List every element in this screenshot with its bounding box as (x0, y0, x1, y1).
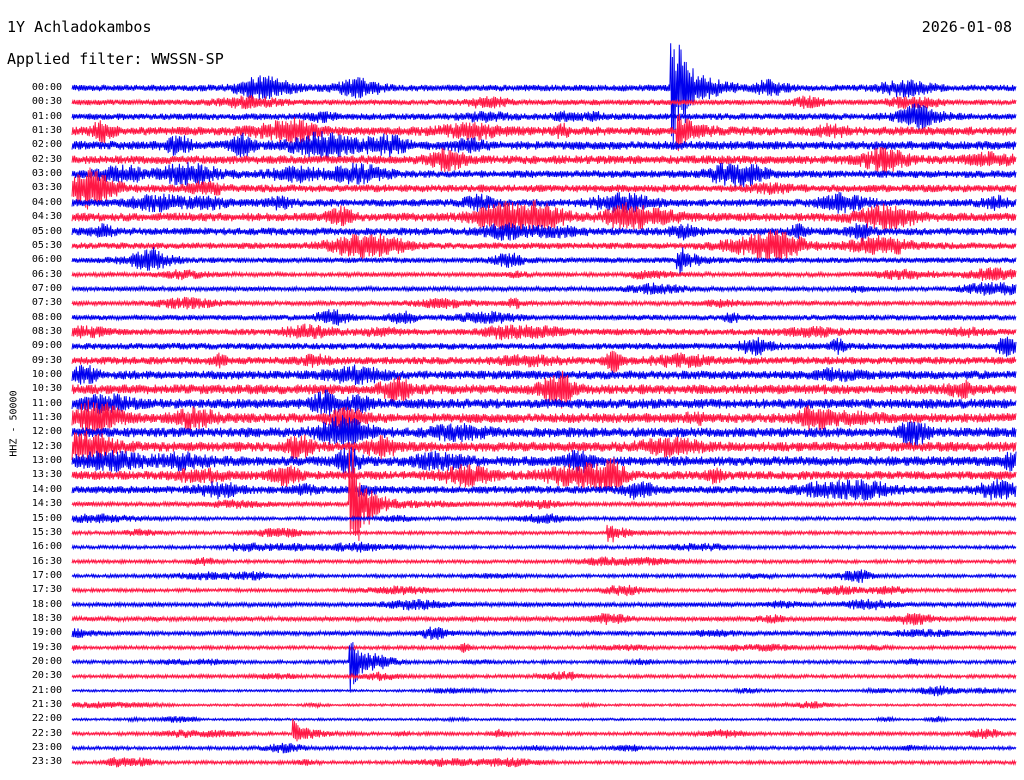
time-tick-label: 18:00 (31, 598, 62, 610)
trace-line (71, 569, 1017, 583)
time-tick-label: 02:00 (31, 139, 62, 151)
time-tick-label: 20:30 (31, 670, 62, 682)
time-tick-label: 06:30 (31, 268, 62, 280)
time-tick-label: 09:30 (31, 354, 62, 366)
trace-line (71, 598, 1017, 611)
trace-line (71, 670, 1017, 682)
trace-line (71, 584, 1017, 597)
trace-line (71, 95, 1017, 110)
trace-line (71, 541, 1017, 553)
time-tick-label: 18:30 (31, 612, 62, 624)
time-tick-label: 00:00 (31, 82, 62, 93)
time-tick-label: 13:00 (31, 455, 62, 467)
trace-line (71, 685, 1017, 697)
time-tick-label: 03:30 (31, 182, 62, 194)
time-tick-label: 15:30 (31, 526, 62, 538)
time-tick-label: 15:00 (31, 512, 62, 524)
time-tick-label: 07:00 (31, 282, 62, 294)
trace-line (71, 626, 1017, 640)
time-tick-label: 00:30 (31, 96, 62, 108)
time-tick-label: 14:00 (31, 483, 62, 495)
trace-line (71, 612, 1017, 626)
time-tick-label: 12:30 (31, 440, 62, 452)
time-tick-label: 11:30 (31, 412, 62, 424)
trace-line (71, 446, 1017, 476)
time-tick-label: 16:00 (31, 541, 62, 553)
time-tick-label: 17:30 (31, 584, 62, 596)
time-tick-label: 12:00 (31, 426, 62, 438)
time-tick-label: 11:00 (31, 397, 62, 409)
time-tick-label: 04:30 (31, 211, 62, 223)
time-tick-label: 06:00 (31, 254, 62, 266)
trace-line (71, 336, 1017, 357)
time-tick-label: 02:30 (31, 153, 62, 165)
trace-line (71, 364, 1017, 386)
trace-line (71, 524, 1017, 543)
trace-line (71, 350, 1017, 373)
time-tick-label: 05:30 (31, 239, 62, 251)
trace-line (71, 478, 1017, 501)
helicorder-plot (71, 43, 1017, 768)
time-tick-label: 23:00 (31, 742, 62, 754)
time-tick-label: 19:30 (31, 641, 62, 653)
time-tick-label: 08:30 (31, 325, 62, 337)
time-tick-label: 19:00 (31, 627, 62, 639)
trace-line (71, 715, 1017, 724)
trace-line (71, 267, 1017, 281)
time-tick-label: 20:00 (31, 656, 62, 667)
trace-line (71, 756, 1017, 768)
time-tick-label: 16:30 (31, 555, 62, 567)
trace-line (71, 309, 1017, 326)
time-tick-label: 05:00 (31, 225, 62, 237)
trace-line (71, 296, 1017, 310)
time-tick-label: 10:30 (31, 383, 62, 395)
trace-line (71, 513, 1017, 524)
trace-line (71, 323, 1017, 341)
time-tick-label: 17:00 (31, 569, 62, 581)
time-tick-label: 22:00 (31, 713, 62, 725)
trace-line (71, 103, 1017, 130)
trace-line (71, 742, 1017, 754)
time-tick-label: 21:30 (31, 699, 62, 711)
time-tick-label: 22:30 (31, 727, 62, 739)
time-tick-label: 01:00 (31, 110, 62, 122)
time-tick-label: 09:00 (31, 340, 62, 352)
trace-line (71, 556, 1017, 567)
trace-line (71, 718, 1017, 742)
time-tick-label: 21:00 (31, 684, 62, 696)
trace-line (71, 281, 1017, 296)
time-tick-label: 10:00 (31, 369, 62, 380)
time-tick-label: 23:30 (31, 756, 62, 768)
trace-line (71, 642, 1017, 653)
time-tick-label: 03:00 (31, 168, 62, 180)
trace-line (71, 701, 1017, 710)
time-tick-label: 07:30 (31, 297, 62, 309)
time-tick-label: 04:00 (31, 196, 62, 208)
time-tick-label: 08:00 (31, 311, 62, 323)
time-tick-label: 13:30 (31, 469, 62, 481)
time-tick-label: 14:30 (31, 498, 62, 510)
time-tick-label: 01:30 (31, 125, 62, 137)
